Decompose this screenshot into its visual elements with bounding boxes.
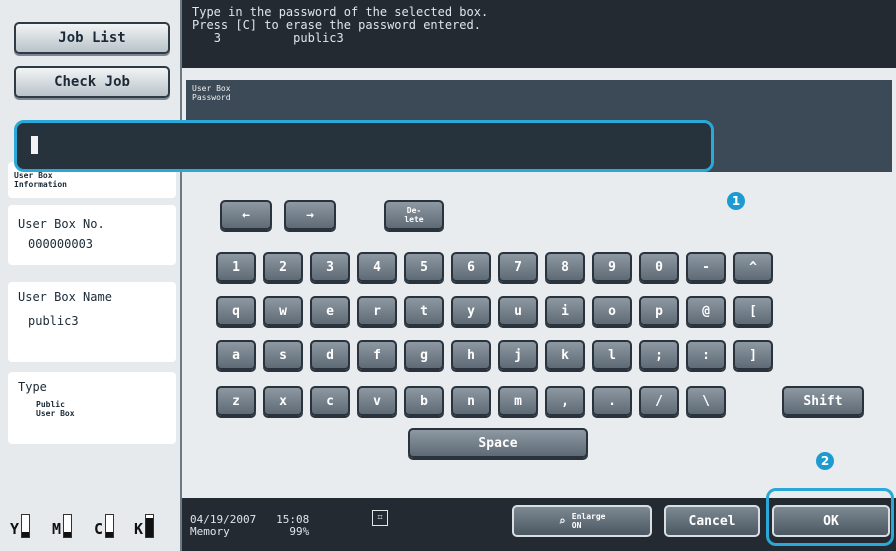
key-4-4[interactable]: v [357,386,397,416]
instruction-message: Type in the password of the selected box… [182,0,896,68]
check-job-button[interactable]: Check Job [14,66,170,98]
key-2-3[interactable]: e [310,296,350,326]
callout-marker-1: 1 [727,192,745,210]
box-number-label: User Box No. [18,217,105,231]
box-type-panel: Type Public User Box [8,372,176,444]
key-2-9[interactable]: o [592,296,632,326]
status-datetime: 04/19/2007 15:08 Memory 99% [190,514,309,538]
key-4-10[interactable]: / [639,386,679,416]
password-input[interactable] [14,120,714,172]
box-name-panel: User Box Name public3 [8,282,176,362]
job-list-button[interactable]: Job List [14,22,170,54]
box-number-value: 000000003 [28,237,94,251]
toner-k-label: K [134,520,144,538]
key-2-11[interactable]: @ [686,296,726,326]
key-3-12[interactable]: ] [733,340,773,370]
key-1-2[interactable]: 2 [263,252,303,282]
enlarge-label: Enlarge ON [571,512,606,530]
key-1-12[interactable]: ^ [733,252,773,282]
key-1-11[interactable]: - [686,252,726,282]
key-1-5[interactable]: 5 [404,252,444,282]
key-3-2[interactable]: s [263,340,303,370]
ok-highlight [766,488,894,546]
key-2-12[interactable]: [ [733,296,773,326]
key-4-1[interactable]: z [216,386,256,416]
network-status-icon: ⌗ [372,510,388,526]
magnifier-icon: ⌕ [558,513,566,528]
key-3-10[interactable]: ; [639,340,679,370]
key-2-6[interactable]: y [451,296,491,326]
toner-y: Y [10,514,31,538]
toner-c-label: C [94,520,104,538]
key-1-4[interactable]: 4 [357,252,397,282]
delete-key[interactable]: De- lete [384,200,444,230]
key-3-11[interactable]: : [686,340,726,370]
toner-m-label: M [52,520,62,538]
key-3-9[interactable]: l [592,340,632,370]
key-4-3[interactable]: c [310,386,350,416]
right-arrow-icon: → [306,207,314,223]
key-4-8[interactable]: , [545,386,585,416]
key-2-4[interactable]: r [357,296,397,326]
key-2-2[interactable]: w [263,296,303,326]
key-1-1[interactable]: 1 [216,252,256,282]
copier-panel: Job List Check Job User Box Information … [0,0,896,551]
instruction-line-2: Press [C] to erase the password entered. [192,18,481,32]
instruction-line-1: Type in the password of the selected box… [192,5,489,19]
callout-marker-2: 2 [816,452,834,470]
text-cursor [31,136,38,154]
toner-m-bar [63,514,73,538]
box-info-heading-text: User Box Information [14,171,67,189]
key-2-7[interactable]: u [498,296,538,326]
toner-k: K [134,514,155,538]
key-4-9[interactable]: . [592,386,632,416]
box-name-short: public3 [293,31,344,45]
key-3-1[interactable]: a [216,340,256,370]
left-arrow-icon: ← [242,207,250,223]
memory-label: Memory [190,525,230,538]
box-number-short: 3 [213,31,221,45]
key-2-8[interactable]: i [545,296,585,326]
box-type-value: Public User Box [36,400,75,418]
sidebar: Job List Check Job User Box Information … [0,0,182,551]
key-4-11[interactable]: \ [686,386,726,416]
cursor-right-key[interactable]: → [284,200,336,230]
key-3-4[interactable]: f [357,340,397,370]
enlarge-display-button[interactable]: ⌕ Enlarge ON [512,505,652,537]
box-name-value: public3 [28,314,79,328]
key-3-7[interactable]: j [498,340,538,370]
box-name-label: User Box Name [18,290,112,304]
key-3-5[interactable]: g [404,340,444,370]
key-2-5[interactable]: t [404,296,444,326]
key-4-2[interactable]: x [263,386,303,416]
key-3-6[interactable]: h [451,340,491,370]
key-1-3[interactable]: 3 [310,252,350,282]
box-number-panel: User Box No. 000000003 [8,205,176,265]
password-field-caption: User Box Password [192,84,231,102]
toner-c: C [94,514,115,538]
key-1-6[interactable]: 6 [451,252,491,282]
key-4-7[interactable]: m [498,386,538,416]
space-key[interactable]: Space [408,428,588,458]
key-2-1[interactable]: q [216,296,256,326]
toner-k-bar [145,514,155,538]
toner-y-bar [21,514,31,538]
toner-y-label: Y [10,520,20,538]
key-4-6[interactable]: n [451,386,491,416]
toner-m: M [52,514,73,538]
memory-value: 99% [289,525,310,538]
key-1-8[interactable]: 8 [545,252,585,282]
toner-c-bar [105,514,115,538]
key-1-7[interactable]: 7 [498,252,538,282]
box-type-label: Type [18,380,47,394]
key-2-10[interactable]: p [639,296,679,326]
key-1-10[interactable]: 0 [639,252,679,282]
shift-key[interactable]: Shift [782,386,864,416]
key-3-8[interactable]: k [545,340,585,370]
key-3-3[interactable]: d [310,340,350,370]
cancel-button[interactable]: Cancel [664,505,760,537]
key-4-5[interactable]: b [404,386,444,416]
key-1-9[interactable]: 9 [592,252,632,282]
cursor-left-key[interactable]: ← [220,200,272,230]
